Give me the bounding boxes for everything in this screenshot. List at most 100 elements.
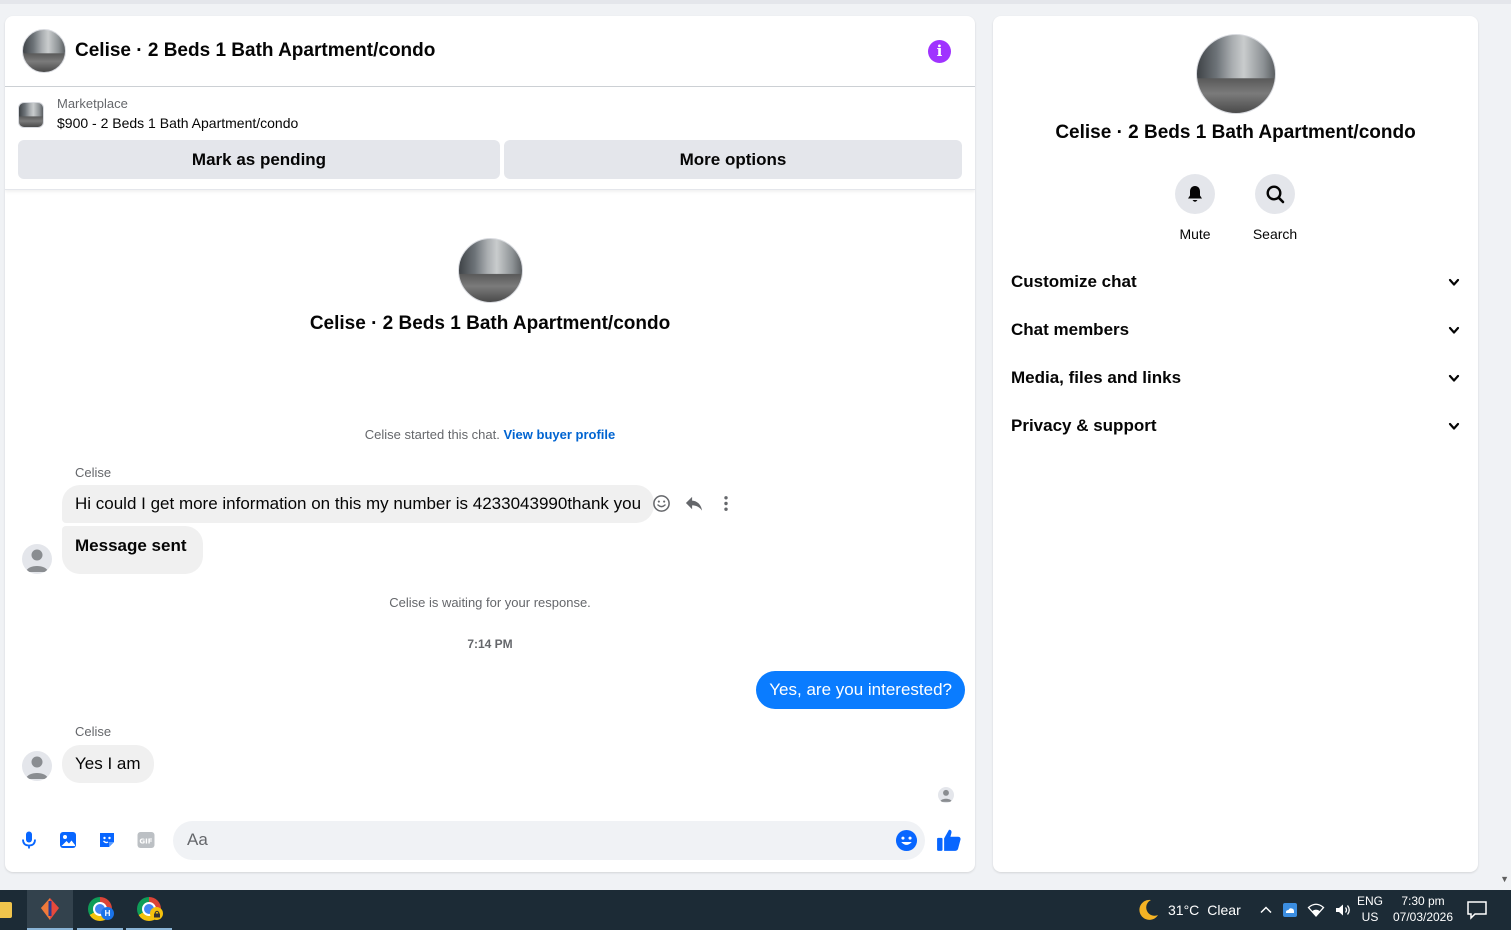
incoming-message[interactable]: Yes I am [62, 745, 154, 783]
profile-badge-lock [150, 907, 163, 920]
more-options-button[interactable]: More options [504, 140, 962, 179]
clock-time: 7:30 pm [1401, 894, 1445, 908]
person-icon [940, 789, 952, 802]
chevron-down-icon [1448, 278, 1460, 286]
outgoing-message[interactable]: Yes, are you interested? [756, 671, 965, 709]
bell-icon [1188, 186, 1202, 202]
weather-temp: 31°C [1168, 902, 1200, 918]
lock-icon [153, 910, 160, 917]
conversation-title[interactable]: Celise · 2 Beds 1 Bath Apartment/condo [75, 40, 928, 62]
microphone-icon[interactable] [19, 830, 39, 850]
customize-chat-section[interactable]: Customize chat [1001, 258, 1470, 306]
info-title: Celise · 2 Beds 1 Bath Apartment/condo [1055, 122, 1416, 143]
gif-icon[interactable]: GIF [136, 830, 156, 850]
sender-name: Celise [75, 724, 112, 739]
message-input[interactable] [187, 830, 877, 850]
clock-date: 07/03/2026 [1392, 910, 1454, 924]
profile-badge: H [101, 907, 114, 920]
timestamp: 7:14 PM [467, 637, 513, 651]
system-tray [1259, 890, 1352, 930]
section-label: Media, files and links [1011, 368, 1182, 387]
incoming-message[interactable]: Hi could I get more information on this … [62, 485, 655, 523]
mute-label: Mute [1179, 226, 1211, 242]
weather-widget[interactable]: 31°C Clear [1136, 890, 1241, 930]
intro-name: Celise · 2 Beds 1 Bath Apartment/condo [309, 313, 671, 334]
lang-code: ENG [1357, 894, 1384, 908]
app-logo-icon [41, 898, 59, 920]
settings-accordion: Customize chat Chat members Media, files… [1001, 258, 1470, 450]
thumbs-up-icon[interactable] [936, 827, 962, 853]
search-icon [1266, 185, 1285, 204]
windows-taskbar: H 31°C Clear ENG US 7:30 pm 07/03/2026 [0, 890, 1511, 930]
chat-started-text: Celise started this chat. [364, 427, 500, 442]
scrollbar-down-arrow[interactable]: ▼ [1500, 874, 1509, 884]
sender-avatar[interactable] [22, 751, 52, 781]
react-emoji-icon[interactable] [652, 494, 671, 513]
conversation-intro: Celise · 2 Beds 1 Bath Apartment/condo [5, 238, 975, 335]
moon-icon [1139, 899, 1158, 920]
mark-as-pending-button[interactable]: Mark as pending [18, 140, 500, 179]
info-icon[interactable]: i [928, 39, 951, 63]
photo-icon[interactable] [58, 830, 78, 850]
chevron-down-icon [1448, 374, 1460, 382]
conversation-avatar[interactable] [22, 29, 66, 73]
svg-text:GIF: GIF [139, 838, 152, 846]
chevron-down-icon [1448, 326, 1460, 334]
listing-actions: Mark as pending More options [18, 140, 962, 179]
sender-avatar[interactable] [22, 544, 52, 574]
reply-icon[interactable] [684, 494, 704, 513]
conversation-info-panel: Celise · 2 Beds 1 Bath Apartment/condo M… [993, 16, 1478, 872]
seen-receipt-avatar [938, 787, 954, 803]
info-avatar[interactable] [1196, 34, 1276, 114]
more-vertical-icon[interactable] [717, 494, 735, 513]
view-buyer-profile-link[interactable]: View buyer profile [504, 427, 616, 442]
chat-members-section[interactable]: Chat members [1001, 306, 1470, 354]
search-circle [1255, 174, 1295, 214]
chrome-profile-h[interactable]: H [77, 890, 123, 930]
person-icon [26, 756, 48, 779]
chevron-up-icon[interactable] [1259, 903, 1273, 917]
window-top-edge [0, 0, 1511, 4]
sticker-icon[interactable] [97, 830, 117, 850]
intro-avatar[interactable] [457, 238, 523, 303]
privacy-support-section[interactable]: Privacy & support [1001, 402, 1470, 450]
message-actions [652, 494, 735, 513]
listing-thumbnail [18, 101, 44, 128]
language-indicator[interactable]: ENG US [1357, 893, 1383, 925]
search-label: Search [1252, 226, 1298, 242]
listing-text: Marketplace $900 - 2 Beds 1 Bath Apartme… [57, 95, 298, 134]
waiting-notice: Celise is waiting for your response. [389, 595, 591, 610]
listing-name: $900 - 2 Beds 1 Bath Apartment/condo [57, 115, 299, 131]
chevron-down-icon [1448, 422, 1460, 430]
section-label: Chat members [1011, 320, 1130, 339]
weather-condition: Clear [1207, 902, 1241, 918]
chat-panel: Celise · 2 Beds 1 Bath Apartment/condo i… [5, 16, 975, 872]
listing-kicker: Marketplace [57, 96, 128, 111]
chat-header: Celise · 2 Beds 1 Bath Apartment/condo i [5, 16, 975, 87]
mute-circle [1175, 174, 1215, 214]
section-label: Privacy & support [1011, 416, 1157, 435]
media-files-links-section[interactable]: Media, files and links [1001, 354, 1470, 402]
region-code: US [1361, 910, 1379, 924]
volume-icon[interactable] [1334, 902, 1352, 918]
emoji-icon[interactable] [895, 829, 918, 852]
wifi-icon[interactable] [1307, 902, 1325, 918]
search-button[interactable]: Search [1252, 174, 1298, 242]
section-label: Customize chat [1011, 272, 1137, 291]
message-composer: GIF [5, 816, 975, 864]
marketplace-listing-bar: Marketplace $900 - 2 Beds 1 Bath Apartme… [5, 87, 975, 190]
message-input-wrapper [173, 820, 925, 860]
system-clock[interactable]: 7:30 pm 07/03/2026 [1390, 893, 1456, 925]
onedrive-icon[interactable] [1282, 902, 1298, 918]
chrome-profile-2[interactable] [126, 890, 172, 930]
person-icon [26, 549, 48, 572]
mute-button[interactable]: Mute [1174, 174, 1216, 242]
quick-actions: Mute Search [1174, 174, 1298, 242]
listing-summary[interactable]: Marketplace $900 - 2 Beds 1 Bath Apartme… [18, 95, 962, 134]
file-explorer-icon[interactable] [0, 902, 12, 918]
sender-name: Celise [75, 465, 112, 480]
chat-started-line: Celise started this chat. View buyer pro… [5, 427, 975, 442]
taskbar-app-active[interactable] [27, 890, 73, 930]
notification-icon[interactable] [1466, 900, 1488, 920]
auto-reply-message[interactable]: Message sent [62, 526, 203, 574]
